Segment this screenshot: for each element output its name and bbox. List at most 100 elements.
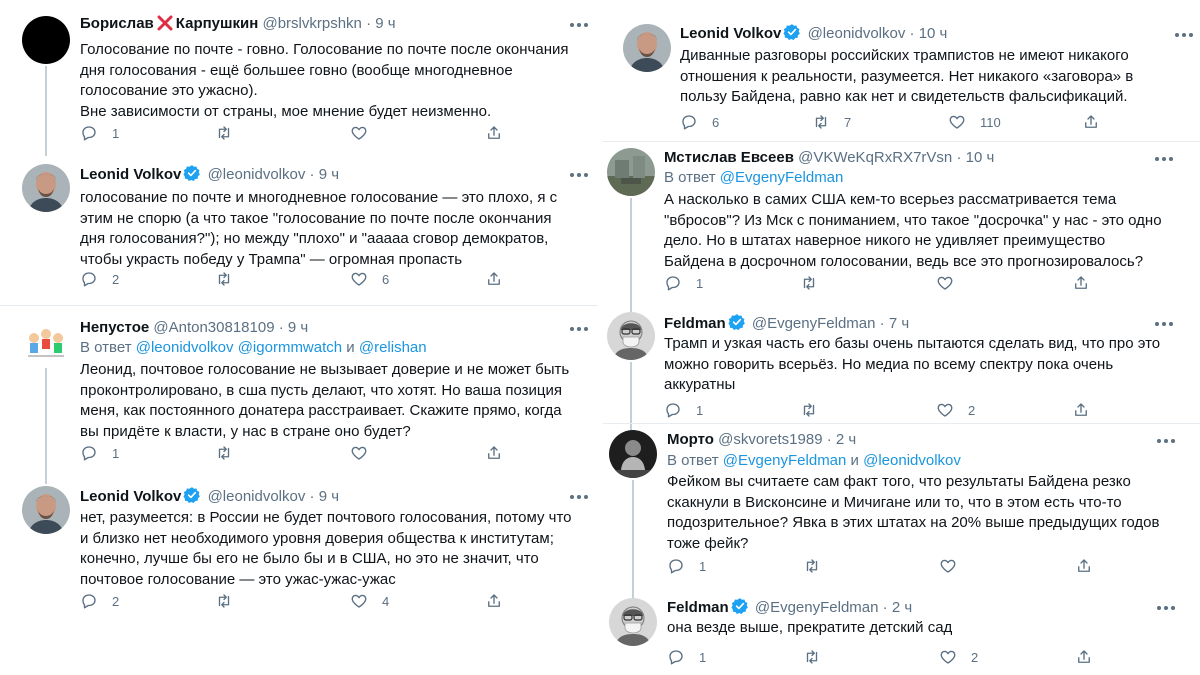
- retweet-button[interactable]: [800, 400, 832, 420]
- like-button[interactable]: [936, 273, 968, 293]
- tweet[interactable]: Непустое @Anton30818109 · 9 ч В ответ @l…: [0, 306, 598, 484]
- reply-count: 1: [112, 125, 120, 141]
- author-handle[interactable]: @leonidvolkov: [208, 166, 306, 183]
- retweet-button[interactable]: [803, 647, 835, 667]
- retweet-button[interactable]: [215, 591, 247, 611]
- mention-link[interactable]: @leonidvolkov: [136, 339, 234, 356]
- like-button[interactable]: 2: [939, 647, 978, 667]
- avatar[interactable]: [607, 148, 655, 196]
- author-handle[interactable]: @skvorets1989: [718, 431, 822, 448]
- share-button[interactable]: [1075, 647, 1105, 667]
- reply-button[interactable]: 6: [680, 112, 719, 132]
- mention-link[interactable]: @leonidvolkov: [863, 452, 961, 469]
- share-button[interactable]: [485, 123, 515, 143]
- author-handle[interactable]: @leonidvolkov: [808, 25, 906, 42]
- mention-link[interactable]: @relishan: [359, 339, 427, 356]
- retweet-button[interactable]: [215, 269, 247, 289]
- share-button[interactable]: [485, 269, 515, 289]
- reply-button[interactable]: 1: [664, 400, 703, 420]
- tweet[interactable]: Leonid Volkov @leonidvolkov · 9 ч нет, р…: [0, 476, 598, 675]
- tweet[interactable]: Leonid Volkov @leonidvolkov · 10 ч Диван…: [603, 0, 1200, 142]
- timestamp[interactable]: 9 ч: [375, 15, 395, 32]
- retweet-button[interactable]: [803, 556, 835, 576]
- reply-button[interactable]: 1: [664, 273, 703, 293]
- avatar[interactable]: [607, 312, 655, 360]
- author-name[interactable]: Непустое: [80, 319, 149, 336]
- like-button[interactable]: 6: [350, 269, 389, 289]
- author-handle[interactable]: @EvgenyFeldman: [755, 599, 879, 616]
- more-options-icon[interactable]: [1157, 436, 1177, 446]
- avatar[interactable]: [22, 318, 70, 366]
- share-button[interactable]: [485, 443, 515, 463]
- tweet[interactable]: Leonid Volkov @leonidvolkov · 9 ч голосо…: [0, 150, 598, 305]
- author-handle[interactable]: @Anton30818109: [153, 319, 274, 336]
- more-options-icon[interactable]: [570, 20, 590, 30]
- author-name[interactable]: Мстислав Евсеев: [664, 149, 794, 166]
- retweet-button[interactable]: [215, 123, 247, 143]
- share-button[interactable]: [485, 591, 515, 611]
- tweet[interactable]: Feldman @EvgenyFeldman · 2 ч она везде в…: [603, 588, 1200, 675]
- share-button[interactable]: [1082, 112, 1112, 132]
- author-handle[interactable]: @EvgenyFeldman: [752, 315, 876, 332]
- author-handle[interactable]: @leonidvolkov: [208, 488, 306, 505]
- author-name[interactable]: Leonid Volkov: [680, 25, 781, 42]
- share-button[interactable]: [1075, 556, 1105, 576]
- like-button[interactable]: [939, 556, 971, 576]
- author-handle[interactable]: @VKWeKqRxRX7rVsn: [798, 149, 952, 166]
- retweet-button[interactable]: 7: [812, 112, 851, 132]
- like-button[interactable]: [350, 123, 382, 143]
- retweet-button[interactable]: [215, 443, 247, 463]
- reply-button[interactable]: 1: [667, 647, 706, 667]
- like-button[interactable]: [350, 443, 382, 463]
- tweet[interactable]: Борислав Карпушкин @brslvkrpshkn · 9 ч Го…: [0, 0, 598, 156]
- avatar[interactable]: [22, 164, 70, 212]
- timestamp[interactable]: 2 ч: [892, 599, 912, 616]
- tweet[interactable]: Морто @skvorets1989 · 2 ч В ответ @Evgen…: [603, 424, 1200, 598]
- tweet-text: А насколько в самих США кем-то всерьез р…: [664, 191, 1162, 270]
- timestamp[interactable]: 7 ч: [889, 315, 909, 332]
- author-name[interactable]: Feldman: [667, 599, 729, 616]
- retweet-button[interactable]: [800, 273, 832, 293]
- reply-button[interactable]: 1: [80, 443, 119, 463]
- author-name[interactable]: Leonid Volkov: [80, 166, 181, 183]
- author-name[interactable]: Feldman: [664, 315, 726, 332]
- more-options-icon[interactable]: [1157, 603, 1177, 613]
- like-button[interactable]: 4: [350, 591, 389, 611]
- mention-link[interactable]: @EvgenyFeldman: [720, 169, 844, 186]
- author-name[interactable]: Leonid Volkov: [80, 488, 181, 505]
- more-options-icon[interactable]: [570, 492, 590, 502]
- timestamp[interactable]: 10 ч: [966, 149, 995, 166]
- more-options-icon[interactable]: [1155, 154, 1175, 164]
- like-button[interactable]: 110: [948, 112, 1001, 132]
- avatar[interactable]: [22, 486, 70, 534]
- avatar[interactable]: [623, 24, 671, 72]
- reply-button[interactable]: 1: [80, 123, 119, 143]
- tweet[interactable]: Мстислав Евсеев @VKWeKqRxRX7rVsn · 10 ч …: [603, 142, 1200, 312]
- tweet[interactable]: Feldman @EvgenyFeldman · 7 ч Трамп и узк…: [603, 302, 1200, 432]
- author-name-2[interactable]: Карпушкин: [176, 15, 259, 32]
- author-handle[interactable]: @brslvkrpshkn: [262, 15, 361, 32]
- more-options-icon[interactable]: [1155, 319, 1175, 329]
- more-options-icon[interactable]: [570, 324, 590, 334]
- avatar[interactable]: [609, 430, 657, 478]
- timestamp[interactable]: 9 ч: [319, 166, 339, 183]
- mention-link[interactable]: @EvgenyFeldman: [723, 452, 847, 469]
- like-button[interactable]: 2: [936, 400, 975, 420]
- timestamp[interactable]: 9 ч: [319, 488, 339, 505]
- timestamp[interactable]: 9 ч: [288, 319, 308, 336]
- author-name[interactable]: Борислав: [80, 15, 154, 32]
- reply-button[interactable]: 2: [80, 591, 119, 611]
- mention-link[interactable]: @igormmwatch: [238, 339, 342, 356]
- timestamp[interactable]: 10 ч: [919, 25, 948, 42]
- share-button[interactable]: [1072, 400, 1102, 420]
- more-options-icon[interactable]: [570, 170, 590, 180]
- tweet-header: Морто @skvorets1989 · 2 ч: [667, 430, 856, 450]
- reply-button[interactable]: 1: [667, 556, 706, 576]
- more-options-icon[interactable]: [1175, 30, 1195, 40]
- author-name[interactable]: Морто: [667, 431, 714, 448]
- timestamp[interactable]: 2 ч: [836, 431, 856, 448]
- reply-button[interactable]: 2: [80, 269, 119, 289]
- avatar[interactable]: [609, 598, 657, 646]
- avatar[interactable]: [22, 16, 70, 64]
- share-button[interactable]: [1072, 273, 1102, 293]
